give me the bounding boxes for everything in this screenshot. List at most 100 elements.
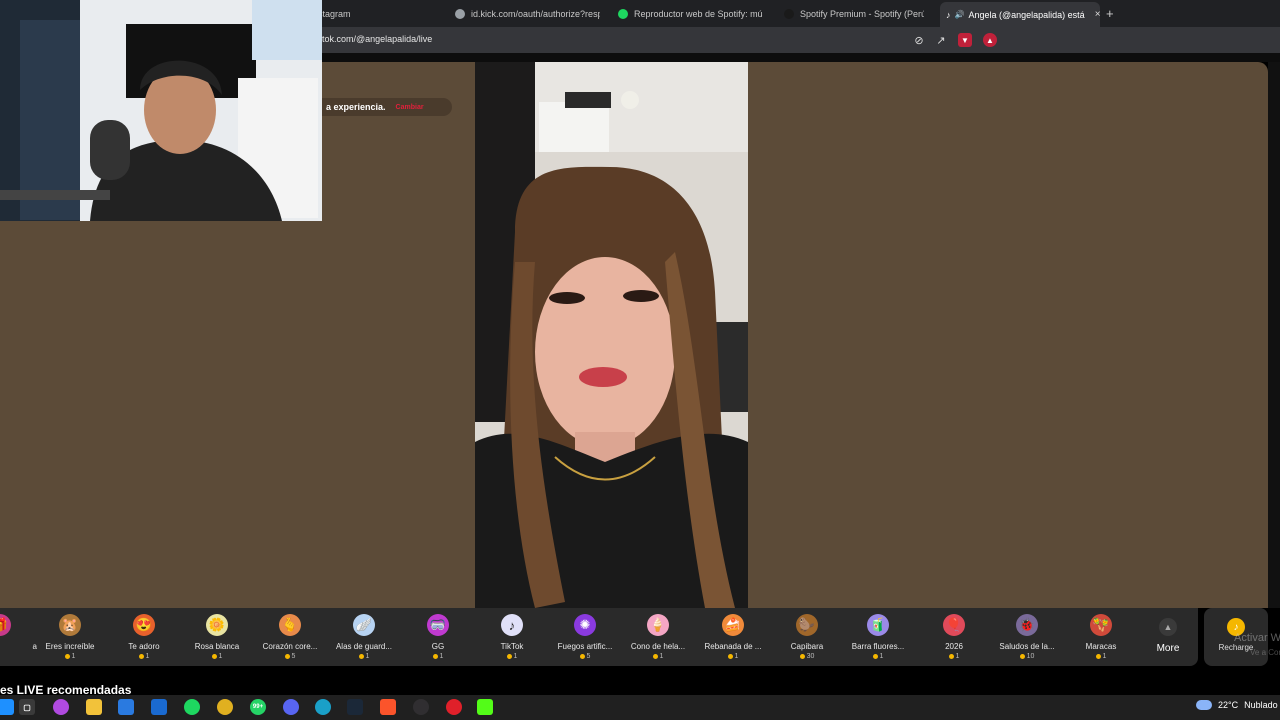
gift-name: 2026 (945, 642, 963, 651)
finger-heart-icon: 🫰 (279, 614, 301, 636)
tiktok-icon: ♪ (946, 9, 951, 20)
wings-icon: 🪽 (353, 614, 375, 636)
store-icon[interactable] (118, 699, 134, 715)
tiktok-gift-icon: ♪ (501, 614, 523, 636)
edge-icon[interactable] (315, 699, 331, 715)
tab-spotify-web-player[interactable]: Reproductor web de Spotify: música (618, 4, 763, 23)
coin-icon (1019, 654, 1025, 659)
close-icon[interactable]: × (1095, 9, 1100, 20)
gift-price-value: 1 (1102, 653, 1107, 660)
share-icon[interactable]: ↗ (934, 33, 948, 47)
capybara-icon: 🦫 (796, 614, 818, 636)
scrollbar-track[interactable] (1268, 62, 1280, 608)
notice-text: a experiencia. (326, 102, 386, 112)
gift-item[interactable]: 🫰 Corazón core... 5 (253, 614, 327, 660)
tab-label: Reproductor web de Spotify: música (634, 8, 763, 19)
balloon-2026-icon: 🎈 (943, 614, 965, 636)
gift-item[interactable]: 🐞 Saludos de la... 10 (990, 614, 1064, 660)
webcam-overlay (0, 0, 322, 221)
tab-instagram[interactable]: stagram (318, 4, 351, 23)
task-view-icon[interactable]: ▢ (19, 699, 35, 715)
steam-icon[interactable] (347, 699, 363, 715)
gift-name: Corazón core... (262, 642, 318, 651)
gift-item[interactable]: 😍 Te adoro 1 (107, 614, 181, 660)
coin-icon (579, 654, 585, 659)
spotify-icon[interactable] (184, 699, 200, 715)
gift-price: 1 (621, 653, 695, 660)
ice-cream-icon: 🍦 (647, 614, 669, 636)
discord-icon[interactable] (283, 699, 299, 715)
coin-icon (138, 654, 144, 659)
rewards-icon[interactable]: ▲ (983, 33, 997, 47)
gift-item[interactable]: 🎈 2026 1 (917, 614, 991, 660)
chrome-icon[interactable] (217, 699, 233, 715)
tab-label: Spotify Premium - Spotify (Perú) (800, 8, 924, 19)
tab-label: id.kick.com/oauth/authorize?respon (471, 8, 600, 19)
gift-price: 5 (548, 653, 622, 660)
whatsapp-icon[interactable]: 99+ (250, 699, 266, 715)
fireworks-icon: ✺ (574, 614, 596, 636)
gift-item[interactable]: ✺ Fuegos artific... 5 (548, 614, 622, 660)
copilot-icon[interactable] (53, 699, 69, 715)
gift-name: Barra fluores... (851, 642, 905, 651)
gift-item[interactable]: 🎁 a (0, 614, 37, 651)
facecam-image (0, 0, 322, 221)
tab-tiktok-live[interactable]: ♪ 🔊 Angela (@angelapalida) está × (940, 2, 1100, 27)
heart-eyes-icon: 😍 (133, 614, 155, 636)
spotify-icon (784, 8, 794, 19)
gift-price-value: 1 (439, 653, 444, 660)
more-label: More (1156, 643, 1180, 654)
gift-price-value: 1 (955, 653, 960, 660)
gift-name: Rosa blanca (194, 642, 240, 651)
gift-item[interactable]: 🧃 Barra fluores... 1 (841, 614, 915, 660)
gift-item[interactable]: 🐹 Eres increíble 1 (33, 614, 107, 660)
windows-activation-watermark: Activar W (1234, 632, 1280, 644)
gift-name: a (32, 642, 37, 651)
obs-icon[interactable] (413, 699, 429, 715)
coin-icon (872, 654, 878, 659)
brave-icon[interactable] (380, 699, 396, 715)
gift-name: Cono de hela... (630, 642, 686, 651)
gift-item[interactable]: 🥽 GG 1 (401, 614, 475, 660)
gift-item[interactable]: 🦫 Capibara 30 (770, 614, 844, 660)
opera-icon[interactable] (446, 699, 462, 715)
more-gifts-button[interactable]: ▲ More (1148, 618, 1188, 654)
speaker-icon: 🔊 (954, 10, 965, 19)
gift-price: 1 (327, 653, 401, 660)
notification-count: 99+ (252, 704, 264, 710)
gift-name: Saludos de la... (999, 642, 1055, 651)
outlook-icon[interactable] (151, 699, 167, 715)
cloud-icon (1196, 700, 1212, 710)
weather-condition: Nublado (1244, 700, 1278, 710)
live-video[interactable] (475, 62, 748, 608)
kick-app-icon[interactable] (477, 699, 493, 715)
tab-kick-oauth[interactable]: id.kick.com/oauth/authorize?respon (455, 4, 600, 23)
gift-price: 1 (401, 653, 475, 660)
gift-name: Capibara (790, 642, 824, 651)
cake-slice-icon: 🍰 (722, 614, 744, 636)
gift-price: 1 (107, 653, 181, 660)
gift-item[interactable]: 🌼 Rosa blanca 1 (180, 614, 254, 660)
gift-item[interactable]: 🍰 Rebanada de ... 1 (696, 614, 770, 660)
windows-start-icon[interactable] (0, 699, 14, 715)
gift-item[interactable]: 🪽 Alas de guard... 1 (327, 614, 401, 660)
new-tab-button[interactable]: + (1106, 6, 1114, 21)
gift-item[interactable]: ♪ TikTok 1 (475, 614, 549, 660)
brave-shield-icon[interactable]: ▼ (958, 33, 972, 47)
file-explorer-icon[interactable] (86, 699, 102, 715)
url-field[interactable]: tok.com/@angelapalida/live (322, 34, 432, 44)
coin-icon (799, 654, 805, 659)
gift-item[interactable]: 🪇 Maracas 1 (1064, 614, 1138, 660)
gift-price: 30 (770, 653, 844, 660)
notice-link[interactable]: Cambiar (396, 104, 424, 111)
gift-item[interactable]: 🍦 Cono de hela... 1 (621, 614, 695, 660)
gift-price-value: 1 (879, 653, 884, 660)
eye-off-icon[interactable]: ⊘ (912, 33, 926, 47)
gift-name: TikTok (500, 642, 524, 651)
gift-price-value: 1 (71, 653, 76, 660)
tab-label: Angela (@angelapalida) está (968, 9, 1085, 20)
gift-price: 1 (33, 653, 107, 660)
weather-widget[interactable]: 22°C Nublado (1196, 700, 1278, 710)
gift-price-value: 1 (145, 653, 150, 660)
tab-spotify-premium[interactable]: Spotify Premium - Spotify (Perú) (784, 4, 924, 23)
